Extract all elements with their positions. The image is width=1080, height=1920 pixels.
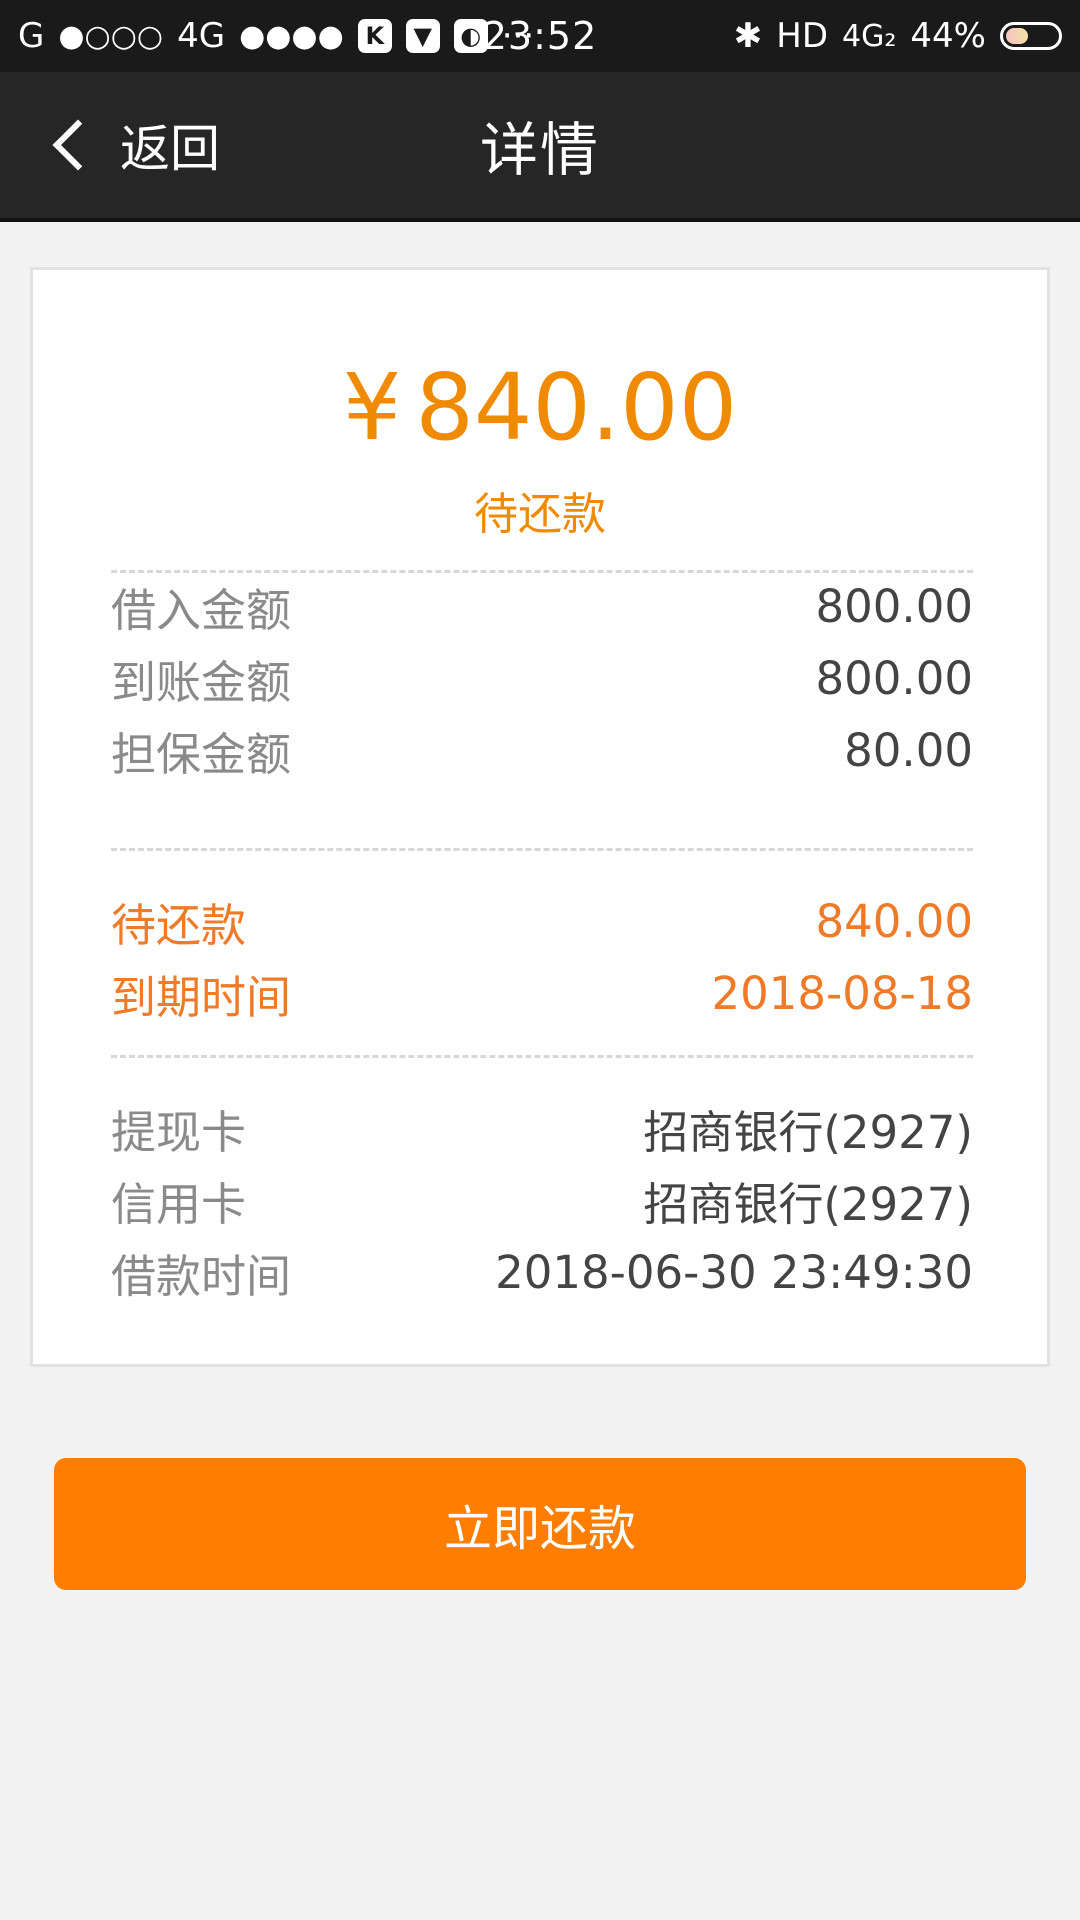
row-value: 80.00 [844, 723, 973, 777]
divider-2 [111, 848, 973, 851]
row-label: 借款时间 [111, 1249, 292, 1303]
row-borrowed-amount: 借入金额 800.00 [111, 570, 973, 642]
row-withdrawal-card: 提现卡 招商银行(2927) [111, 1092, 973, 1164]
row-value: 2018-06-30 23:49:30 [495, 1245, 973, 1299]
nav-bar: 返回 详情 [0, 72, 1080, 222]
row-value: 800.00 [815, 579, 973, 633]
signal-strength-2: ●●●● [239, 18, 344, 54]
status-left: G ●○○○ 4G ●●●● K ▼ ◐ ··· [18, 16, 534, 56]
row-amount-due: 待还款 840.00 [111, 885, 973, 957]
row-value: 840.00 [815, 894, 973, 948]
row-value: 招商银行(2927) [643, 1177, 973, 1231]
amount-value: 840.00 [415, 354, 738, 461]
row-credit-card: 信用卡 招商银行(2927) [111, 1164, 973, 1236]
status-right: ✱ HD 4G₂ 44% [734, 16, 1062, 56]
page-title: 详情 [479, 116, 600, 184]
battery-percent: 44% [910, 16, 986, 56]
battery-fill [1006, 28, 1028, 44]
signal-strength-1: ●○○○ [58, 18, 164, 54]
currency-symbol: ¥ [342, 354, 402, 461]
hd-label: HD [776, 16, 829, 56]
repayment-status: 待还款 [474, 489, 606, 540]
network-type: 4G [177, 16, 226, 56]
row-label: 提现卡 [111, 1105, 247, 1159]
battery-icon [1000, 22, 1062, 50]
row-value: 800.00 [815, 651, 973, 705]
row-label: 到账金额 [111, 655, 292, 709]
network-4g-2: 4G₂ [842, 18, 897, 54]
row-label: 担保金额 [111, 727, 292, 781]
k-app-icon: K [357, 19, 392, 53]
row-value: 2018-08-18 [711, 966, 973, 1020]
bluetooth-icon: ✱ [733, 16, 763, 56]
row-label: 到期时间 [111, 970, 292, 1024]
divider-3 [111, 1055, 973, 1058]
row-received-amount: 到账金额 800.00 [111, 642, 973, 714]
more-notifications-icon: ··· [501, 16, 535, 56]
row-value: 招商银行(2927) [643, 1105, 973, 1159]
total-amount: ¥840.00 [33, 362, 1047, 454]
gauge-app-icon: ◐ [453, 19, 488, 53]
row-loan-time: 借款时间 2018-06-30 23:49:30 [111, 1236, 973, 1308]
detail-card: ¥840.00 待还款 借入金额 800.00 到账金额 800.00 担保金额… [30, 267, 1050, 1367]
row-label: 信用卡 [111, 1177, 247, 1231]
carrier-label: G [18, 16, 45, 56]
status-bar: G ●○○○ 4G ●●●● K ▼ ◐ ··· 23:52 ✱ HD 4G₂ … [0, 0, 1080, 72]
shield-app-icon: ▼ [405, 19, 440, 53]
row-due-date: 到期时间 2018-08-18 [111, 957, 973, 1029]
row-label: 借入金额 [111, 583, 292, 637]
row-label: 待还款 [111, 898, 247, 952]
repay-now-button[interactable]: 立即还款 [54, 1458, 1026, 1590]
row-guarantee-amount: 担保金额 80.00 [111, 714, 973, 786]
